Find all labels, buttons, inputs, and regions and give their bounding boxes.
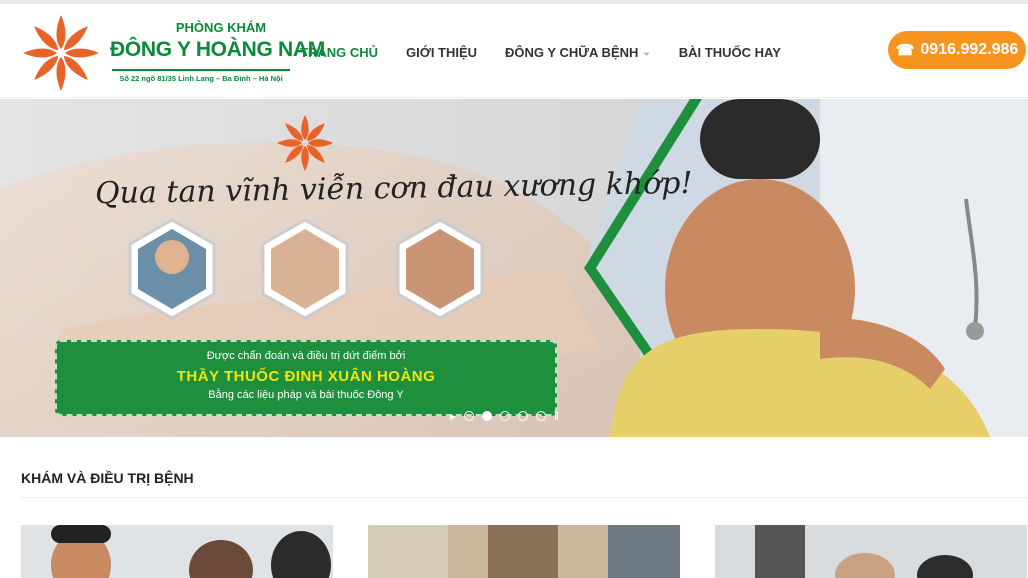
box-line1: Được chẩn đoán và điều trị dứt điểm bởi — [206, 350, 406, 362]
nav-item-home[interactable]: TRANG CHỦ — [300, 45, 378, 60]
slider-dot-5[interactable] — [536, 411, 547, 421]
box-line3: Bằng các liệu pháp và bài thuốc Đông Y — [208, 389, 404, 401]
phone-icon: ☎ — [895, 42, 915, 59]
phone-button[interactable]: ☎ 0916.992.986 — [888, 31, 1026, 69]
nav-item-remedies[interactable]: BÀI THUỐC HAY — [679, 45, 781, 60]
card-image — [368, 525, 680, 578]
slider-dot-1[interactable] — [464, 411, 475, 421]
card-image — [21, 525, 333, 578]
doctor-info-box: Được chẩn đoán và điều trị dứt điểm bởi … — [55, 340, 557, 416]
slider-dot-4[interactable] — [518, 411, 529, 421]
card-image — [715, 525, 1027, 578]
main-nav: TRANG CHỦ GIỚI THIỆU ĐÔNG Y CHỮA BỆNH ⌄ B… — [300, 42, 809, 62]
logo-divider — [112, 69, 290, 71]
treatment-card-3[interactable] — [715, 525, 1027, 578]
section-title: KHÁM VÀ ĐIỀU TRỊ BỆNH — [21, 470, 194, 486]
logo-title: ĐÔNG Y HOÀNG NAM — [110, 38, 325, 61]
nav-item-about[interactable]: GIỚI THIỆU — [406, 45, 477, 60]
flower-logo-icon — [23, 15, 99, 91]
logo-address: Số 22 ngõ 81/35 Linh Lang – Ba Đình – Hà… — [119, 74, 283, 83]
nav-item-treatment[interactable]: ĐÔNG Y CHỮA BỆNH ⌄ — [505, 45, 651, 60]
site-header: PHÒNG KHÁM ĐÔNG Y HOÀNG NAM Số 22 ngõ 81… — [0, 4, 1028, 98]
treatment-card-1[interactable] — [21, 525, 333, 578]
phone-number: 0916.992.986 — [920, 41, 1019, 58]
section-divider — [21, 497, 1028, 498]
clinic-logo[interactable]: PHÒNG KHÁM ĐÔNG Y HOÀNG NAM Số 22 ngõ 81… — [20, 12, 325, 94]
hero-banner[interactable]: Qua tan vĩnh viễn cơn đau xương khớp! Đư… — [0, 99, 1028, 437]
chevron-down-icon: ⌄ — [642, 46, 651, 58]
pause-icon[interactable]: ‖ — [554, 409, 559, 423]
slider-dots: ▸ ‖ — [450, 409, 559, 423]
slider-dot-2[interactable] — [482, 411, 493, 421]
box-line2: THẦY THUỐC ĐINH XUÂN HOÀNG — [176, 368, 436, 385]
slider-dot-3[interactable] — [500, 411, 511, 421]
play-icon[interactable]: ▸ — [450, 409, 456, 423]
logo-subtitle: PHÒNG KHÁM — [175, 20, 267, 35]
treatment-card-2[interactable] — [368, 525, 680, 578]
